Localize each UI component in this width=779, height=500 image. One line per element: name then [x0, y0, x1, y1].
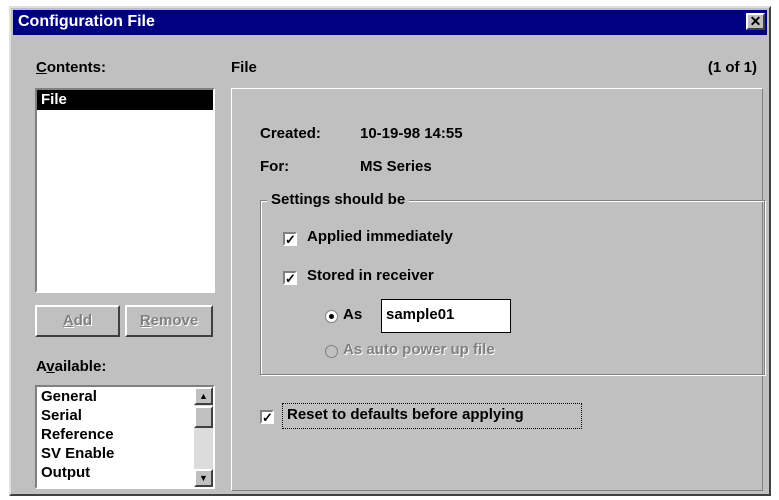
close-icon: ✕ — [749, 13, 762, 29]
contents-label: Contents: — [36, 59, 107, 76]
stored-in-receiver-label[interactable]: Stored in receiver — [307, 267, 434, 284]
created-label: Created: — [260, 125, 321, 142]
file-details-panel: Created: 10-19-98 14:55 For: MS Series S… — [231, 88, 765, 491]
stored-in-receiver-checkbox[interactable]: ✓ — [283, 271, 297, 285]
title-bar: Configuration File ✕ — [13, 10, 767, 35]
available-scrollbar[interactable]: ▲ ▼ — [194, 387, 213, 487]
add-button[interactable]: Add — [35, 305, 120, 337]
page-indicator: (1 of 1) — [707, 59, 757, 76]
save-as-label[interactable]: As — [343, 306, 362, 323]
chevron-down-icon: ▼ — [199, 473, 208, 483]
created-value: 10-19-98 14:55 — [360, 125, 463, 142]
configuration-file-dialog: Configuration File ✕ Contents: File Add … — [9, 6, 771, 496]
contents-item-file[interactable]: File — [37, 90, 213, 110]
available-item-reference[interactable]: Reference — [37, 425, 213, 444]
available-item-output[interactable]: Output — [37, 463, 213, 482]
save-as-radio[interactable] — [325, 310, 338, 323]
check-icon: ✓ — [285, 271, 296, 286]
available-label: Available: — [36, 358, 107, 375]
dialog-title: Configuration File — [18, 13, 155, 30]
chevron-up-icon: ▲ — [199, 391, 208, 401]
reset-defaults-label[interactable]: Reset to defaults before applying — [287, 406, 524, 423]
contents-listbox[interactable]: File — [35, 88, 215, 293]
for-label: For: — [260, 158, 290, 175]
available-item-sv-enable[interactable]: SV Enable — [37, 444, 213, 463]
reset-defaults-checkbox[interactable]: ✓ — [260, 410, 274, 424]
check-icon: ✓ — [262, 410, 273, 425]
scroll-up-button[interactable]: ▲ — [194, 387, 213, 405]
close-button[interactable]: ✕ — [746, 13, 765, 30]
available-listbox[interactable]: General Serial Reference SV Enable Outpu… — [35, 385, 215, 489]
settings-groupbox: Settings should be ✓ Applied immediately… — [260, 191, 765, 375]
applied-immediately-checkbox[interactable]: ✓ — [283, 232, 297, 246]
available-item-general[interactable]: General — [37, 387, 213, 406]
scroll-down-button[interactable]: ▼ — [194, 469, 213, 487]
for-value: MS Series — [360, 158, 432, 175]
save-as-filename-input[interactable]: sample01 — [381, 299, 511, 333]
scroll-thumb[interactable] — [194, 406, 213, 428]
remove-button[interactable]: Remove — [125, 305, 213, 337]
auto-power-up-label[interactable]: As auto power up file — [343, 341, 495, 358]
check-icon: ✓ — [285, 232, 296, 247]
applied-immediately-label[interactable]: Applied immediately — [307, 228, 453, 245]
auto-power-up-radio[interactable] — [325, 345, 338, 358]
available-item-serial[interactable]: Serial — [37, 406, 213, 425]
settings-group-label: Settings should be — [267, 191, 410, 208]
panel-header-title: File — [231, 59, 257, 76]
